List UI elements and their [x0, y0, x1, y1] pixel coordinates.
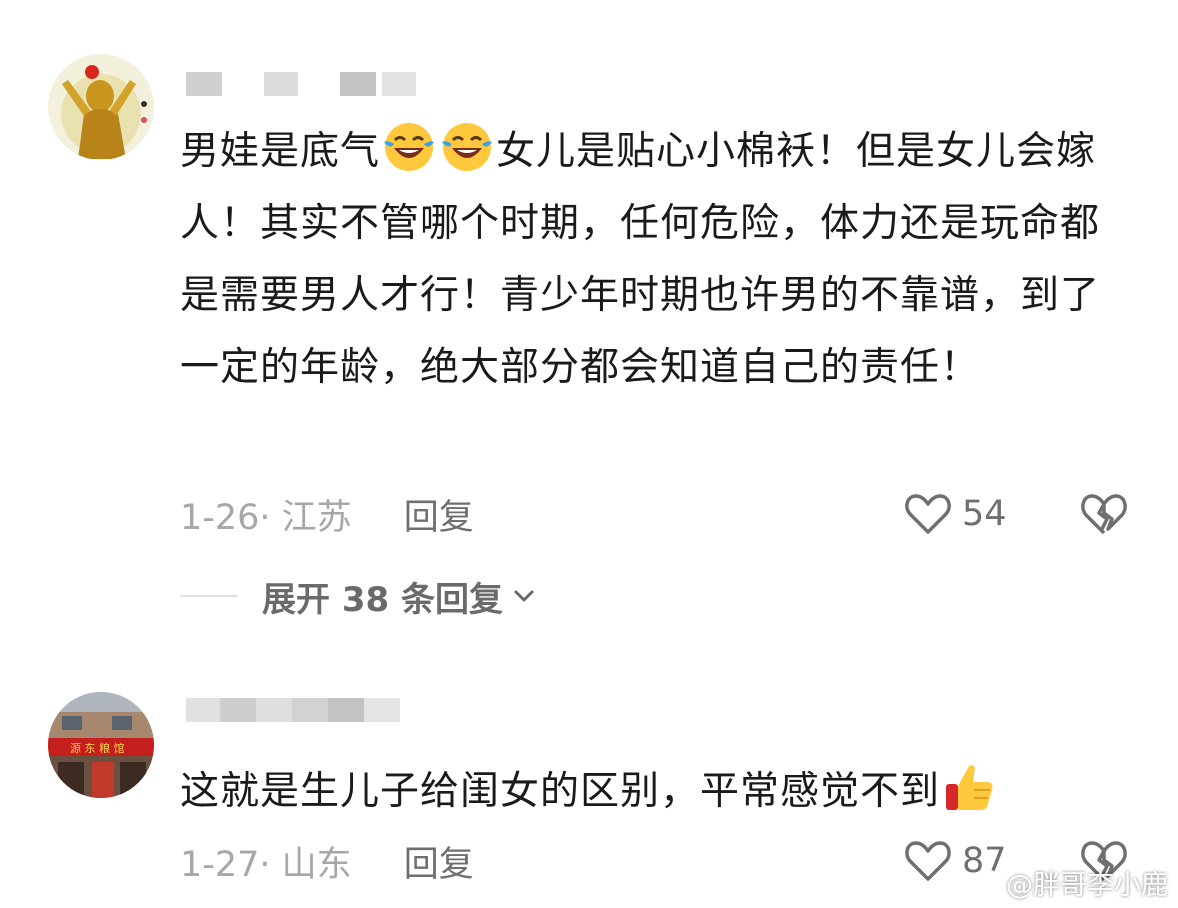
like-count: 54: [962, 494, 1007, 534]
heart-outline-icon: [905, 841, 951, 881]
avatar[interactable]: 源 东 粮 馆: [48, 692, 154, 798]
date-location: 1-27· 山东: [180, 844, 352, 885]
chevron-down-icon: [514, 590, 534, 602]
watermark: @胖哥李小鹿: [962, 862, 1168, 902]
comment-text-part: 这就是生儿子给闺女的区别，平常感觉不到: [180, 769, 941, 814]
laughing-crying-emoji-icon: [442, 123, 493, 171]
comment-text: 男娃是底气 女儿是贴心小棉袄！但是女儿会嫁人！其实不管哪个时期，任何危险，体力还…: [180, 116, 1120, 404]
broken-heart-icon[interactable]: [1080, 491, 1128, 537]
username-blurred[interactable]: [186, 70, 422, 98]
heart-outline-icon: [905, 494, 951, 534]
laughing-crying-emoji-icon: [384, 123, 435, 171]
reply-button[interactable]: 回复: [404, 836, 474, 887]
like-button[interactable]: 54: [904, 489, 1007, 539]
svg-text:源 东 粮 馆: 源 东 粮 馆: [70, 741, 125, 755]
expand-replies-label: 展开 38 条回复: [262, 579, 503, 620]
comment-item: 男娃是底气 女儿是贴心小棉袄！但是女儿会嫁人！其实不管哪个时期，任何危险，体力还…: [0, 0, 1178, 560]
date-location: 1-26· 江苏: [180, 497, 352, 538]
expand-replies-button[interactable]: 展开 38 条回复: [180, 572, 535, 620]
avatar[interactable]: [48, 54, 154, 160]
comment-text-part: 男娃是底气: [180, 129, 381, 174]
weibo-logo-icon: [962, 869, 999, 897]
thumbs-up-emoji-icon: [946, 765, 993, 810]
comment-meta: 1-26· 江苏 回复: [180, 489, 474, 539]
reply-button[interactable]: 回复: [404, 489, 474, 540]
username-blurred[interactable]: [186, 696, 400, 724]
watermark-text: @胖哥李小鹿: [1006, 869, 1168, 901]
comment-meta: 1-27· 山东 回复: [180, 836, 474, 886]
comment-text: 这就是生儿子给闺女的区别，平常感觉不到: [180, 756, 1120, 828]
divider-line: [180, 595, 238, 597]
